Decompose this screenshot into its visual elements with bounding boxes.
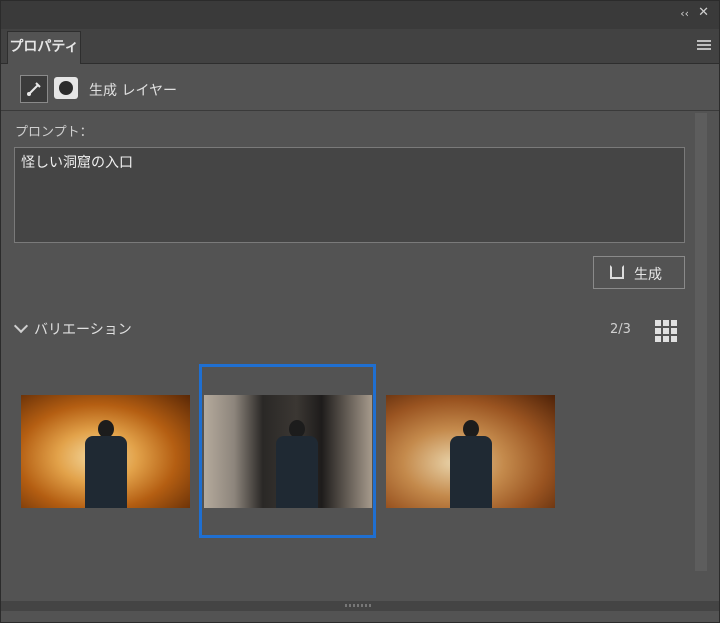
grid-view-icon[interactable] — [655, 320, 677, 342]
chevron-down-icon — [13, 318, 29, 334]
panel-menu-icon[interactable] — [697, 40, 711, 52]
variation-count: 2/3 — [610, 322, 631, 337]
generate-button[interactable]: 生成 — [593, 256, 685, 289]
tab-row: プロパティ — [1, 29, 719, 64]
panel-title-bar: ‹‹ ✕ — [1, 1, 719, 29]
properties-panel: ‹‹ ✕ プロパティ 生成 レイヤー プロンプト： 怪しい洞窟の入口 生成 バリ… — [0, 0, 720, 623]
close-panel-icon[interactable]: ✕ — [698, 5, 709, 20]
layer-info-row: 生成 レイヤー — [1, 64, 719, 111]
generate-icon — [610, 265, 624, 279]
selected-variation-frame — [199, 364, 376, 538]
resize-grip-icon[interactable] — [345, 604, 373, 607]
variation-thumbnail-1[interactable] — [21, 395, 190, 508]
generate-button-label: 生成 — [634, 267, 662, 283]
person-figure — [446, 416, 496, 508]
scrollbar[interactable] — [695, 113, 707, 571]
variations-label: バリエーション — [34, 322, 132, 338]
collapse-panel-icon[interactable]: ‹‹ — [680, 7, 689, 20]
tab-properties[interactable]: プロパティ — [7, 31, 81, 64]
generate-layer-icon[interactable] — [20, 75, 48, 103]
layer-name: 生成 レイヤー — [89, 83, 178, 99]
variation-thumbnail-3[interactable] — [386, 395, 555, 508]
prompt-label: プロンプト： — [15, 125, 93, 140]
person-figure — [81, 416, 131, 508]
mask-icon[interactable] — [54, 77, 78, 99]
prompt-textarea[interactable]: 怪しい洞窟の入口 — [14, 147, 685, 243]
variations-header[interactable]: バリエーション — [13, 318, 132, 339]
